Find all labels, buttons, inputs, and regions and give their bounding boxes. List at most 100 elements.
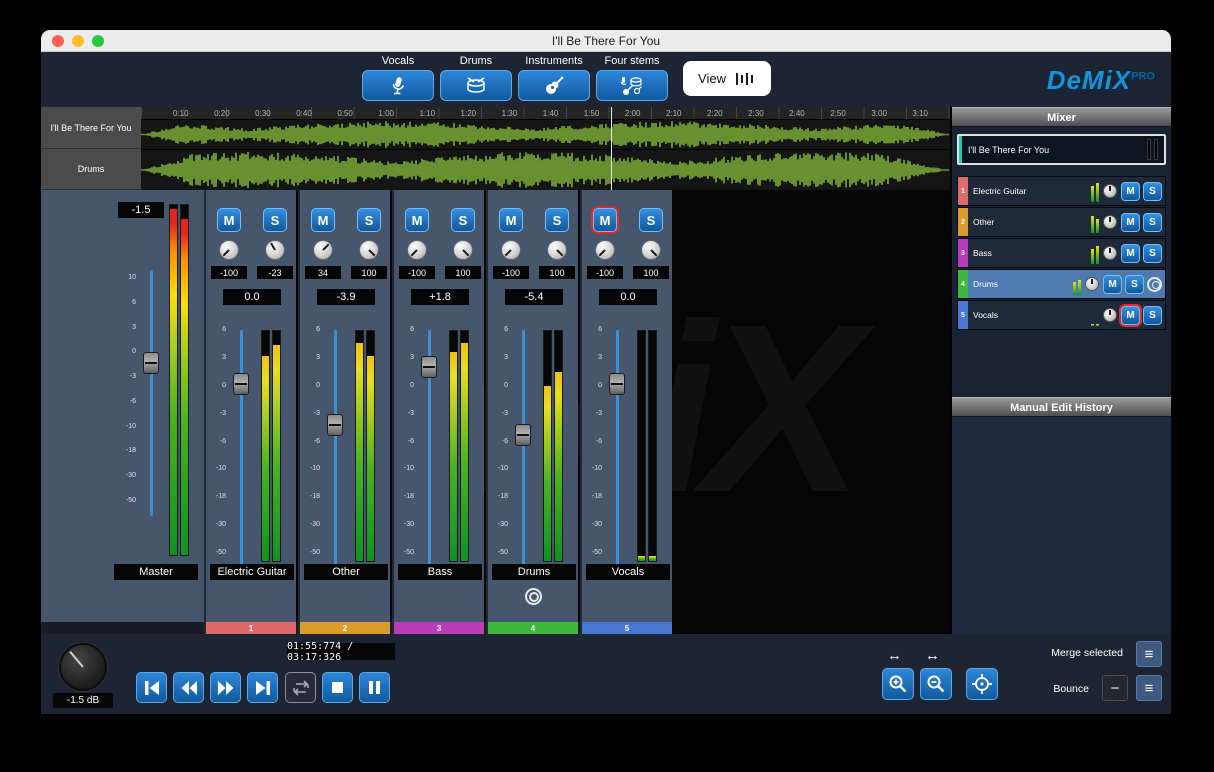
fast-forward-button[interactable] [210,672,241,703]
fader-track[interactable] [616,330,619,568]
four-stems-button[interactable] [596,70,668,101]
gain-value[interactable]: 0.0 [599,289,657,305]
merge-menu-button[interactable]: ≡ [1136,641,1162,667]
zoom-out-button[interactable] [920,668,952,700]
master-gain-value[interactable]: -1.5 [118,202,164,218]
gain-value[interactable]: -5.4 [505,289,563,305]
bounce-menu-button[interactable]: ≡ [1136,675,1162,701]
isolate-target-icon[interactable] [525,588,542,605]
pan-knob[interactable] [501,240,521,260]
gain-value[interactable]: +1.8 [411,289,469,305]
row-isolate-target-icon[interactable] [1147,277,1162,292]
fader-handle[interactable] [515,424,531,446]
gain-value[interactable]: 0.0 [223,289,281,305]
drums-stem-button[interactable] [440,70,512,101]
skip-to-end-button[interactable] [247,672,278,703]
mute-button[interactable]: M [405,208,429,232]
master-volume-knob[interactable] [59,643,107,691]
row-mute-button[interactable]: M [1103,275,1122,294]
row-pan-knob[interactable] [1103,308,1117,322]
pan-knob[interactable] [313,240,333,260]
sidebar-row-drums-selected[interactable]: 4 Drums M S [957,269,1166,299]
width-knob[interactable] [359,240,379,260]
sidebar-row-vocals[interactable]: 5 Vocals M S [957,300,1166,330]
pan-value[interactable]: -100 [587,266,623,279]
pan-value[interactable]: -100 [399,266,435,279]
master-fader-track[interactable] [150,270,153,516]
pan-value[interactable]: -100 [211,266,247,279]
zoom-window-button[interactable] [92,35,104,47]
solo-button[interactable]: S [545,208,569,232]
master-volume-value[interactable]: -1.5 dB [53,693,113,708]
row-pan-knob[interactable] [1103,184,1117,198]
master-fader-handle[interactable] [143,352,159,374]
width-value[interactable]: 100 [445,266,481,279]
row-mute-button[interactable]: M [1121,182,1140,201]
row-mute-button-active[interactable]: M [1121,306,1140,325]
width-knob[interactable] [641,240,661,260]
row-mute-button[interactable]: M [1121,244,1140,263]
fader-handle[interactable] [233,373,249,395]
solo-button[interactable]: S [639,208,663,232]
pan-knob[interactable] [219,240,239,260]
mute-button[interactable]: M [499,208,523,232]
loop-button[interactable] [285,672,316,703]
sidebar-master-track[interactable]: I'll Be There For You [957,134,1166,165]
width-value[interactable]: -23 [257,266,293,279]
close-window-button[interactable] [52,35,64,47]
timeline-ruler[interactable]: 0:100:200:300:400:501:001:101:201:301:40… [141,107,950,120]
width-value[interactable]: 100 [351,266,387,279]
fader-handle[interactable] [327,414,343,436]
fader-track[interactable] [240,330,243,568]
sidebar-row-bass[interactable]: 3 Bass M S [957,238,1166,268]
playhead[interactable] [611,107,612,190]
track-row-mix[interactable]: I'll Be There For You [41,107,141,149]
solo-button[interactable]: S [263,208,287,232]
stop-button[interactable] [322,672,353,703]
gain-value[interactable]: -3.9 [317,289,375,305]
solo-button[interactable]: S [451,208,475,232]
width-value[interactable]: 100 [539,266,575,279]
skip-to-start-button[interactable] [136,672,167,703]
pan-knob[interactable] [407,240,427,260]
width-knob[interactable] [265,240,285,260]
track-row-drums[interactable]: Drums [41,149,141,190]
sidebar-row-other[interactable]: 2 Other M S [957,207,1166,237]
solo-button[interactable]: S [357,208,381,232]
row-pan-knob[interactable] [1103,215,1117,229]
sidebar-row-electric-guitar[interactable]: 1 Electric Guitar M S [957,176,1166,206]
waveform-drums[interactable] [141,149,950,190]
instruments-stem-button[interactable] [518,70,590,101]
fader-handle[interactable] [609,373,625,395]
width-value[interactable]: 100 [633,266,669,279]
view-button[interactable]: View [683,61,771,96]
row-solo-button[interactable]: S [1125,275,1144,294]
row-mute-button[interactable]: M [1121,213,1140,232]
row-solo-button[interactable]: S [1143,306,1162,325]
waveform-mix[interactable] [141,120,950,149]
fader-track[interactable] [334,330,337,568]
row-solo-button[interactable]: S [1143,182,1162,201]
bounce-remove-button[interactable]: − [1102,675,1128,701]
width-knob[interactable] [547,240,567,260]
locate-playhead-button[interactable] [966,668,998,700]
pan-knob[interactable] [595,240,615,260]
pan-value[interactable]: -100 [493,266,529,279]
row-solo-button[interactable]: S [1143,244,1162,263]
row-solo-button[interactable]: S [1143,213,1162,232]
mute-button[interactable]: M [311,208,335,232]
vocals-stem-button[interactable] [362,70,434,101]
pan-value[interactable]: 34 [305,266,341,279]
width-knob[interactable] [453,240,473,260]
fader-track[interactable] [522,330,525,568]
zoom-in-icon [887,673,909,695]
rewind-button[interactable] [173,672,204,703]
row-pan-knob[interactable] [1085,277,1099,291]
pause-button[interactable] [359,672,390,703]
row-pan-knob[interactable] [1103,246,1117,260]
fader-handle[interactable] [421,356,437,378]
mute-button[interactable]: M [217,208,241,232]
minimize-window-button[interactable] [72,35,84,47]
mute-button-active[interactable]: M [593,208,617,232]
zoom-in-button[interactable] [882,668,914,700]
